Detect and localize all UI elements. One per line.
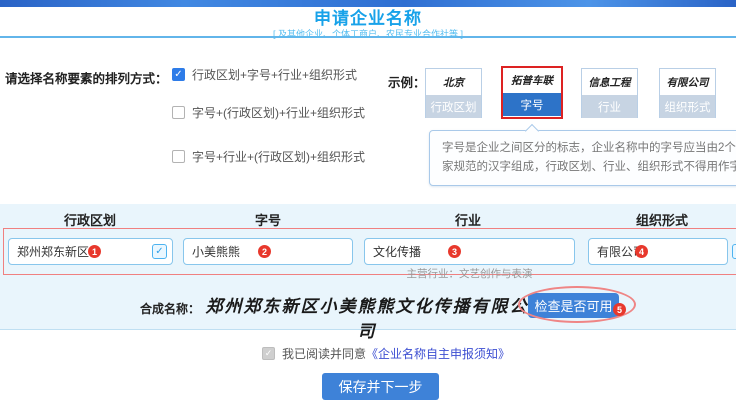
column-header-region: 行政区划	[50, 210, 130, 229]
composed-name-value: 郑州郑东新区小美熊熊文化传播有限公司	[202, 292, 532, 342]
check-availability-button[interactable]: 检查是否可用	[528, 293, 619, 318]
industry-field-wrapper: 3	[364, 238, 575, 265]
top-banner-strip	[0, 0, 736, 7]
example-card-orgform[interactable]: 有限公司 组织形式	[659, 68, 716, 118]
checkbox-checked-icon[interactable]	[172, 68, 185, 81]
agreement-notice-link[interactable]: 《企业名称自主申报须知》	[366, 345, 510, 362]
example-card-name: 拓普车联	[503, 68, 561, 93]
tradename-field-wrapper: 2	[183, 238, 353, 265]
step-badge-2: 2	[258, 245, 271, 258]
arrangement-option-label: 行政区划+字号+行业+组织形式	[192, 66, 357, 83]
example-label: 示例：	[388, 72, 426, 91]
orgform-input[interactable]	[588, 238, 728, 265]
agreement-row: 我已阅读并同意 《企业名称自主申报须知》	[262, 345, 510, 362]
example-card-industry[interactable]: 信息工程 行业	[581, 68, 638, 118]
page-subtitle: [ 及其他企业、个体工商户、农民专业合作社等 ]	[0, 29, 736, 40]
step-badge-4: 4	[635, 245, 648, 258]
example-card-category: 组织形式	[660, 95, 715, 118]
checkbox-unchecked-icon[interactable]	[172, 150, 185, 163]
main-industry-note: 主营行业：文艺创作与表演	[364, 266, 575, 281]
page-title: 申请企业名称	[0, 9, 736, 29]
example-card-name: 有限公司	[660, 69, 715, 95]
column-header-orgform: 组织形式	[622, 210, 702, 229]
step-badge-5: 5	[613, 303, 626, 316]
app-window: 申请企业名称 [ 及其他企业、个体工商户、农民专业合作社等 ] 请选择名称要素的…	[0, 0, 736, 405]
arrangement-option-label: 字号+行业+(行政区划)+组织形式	[192, 148, 365, 165]
composed-name-label: 合成名称：	[140, 300, 200, 317]
page-header: 申请企业名称 [ 及其他企业、个体工商户、农民专业合作社等 ]	[0, 7, 736, 38]
example-card-category: 字号	[503, 93, 561, 116]
region-field-wrapper: 1	[8, 238, 173, 265]
arrangement-option-3[interactable]: 字号+行业+(行政区划)+组织形式	[172, 148, 365, 165]
example-card-name: 北京	[426, 69, 481, 95]
industry-input[interactable]	[364, 238, 575, 265]
example-card-tradename-selected[interactable]: 拓普车联 字号	[501, 66, 563, 119]
step-badge-1: 1	[88, 245, 101, 258]
example-card-category: 行政区划	[426, 95, 481, 118]
arrangement-option-1[interactable]: 行政区划+字号+行业+组织形式	[172, 66, 357, 83]
column-header-tradename: 字号	[228, 210, 308, 229]
tradename-tooltip: 字号是企业之间区分的标志，企业名称中的字号应当由2个或2个以上符合国 家规范的汉…	[429, 130, 736, 186]
orgform-picker-icon[interactable]	[732, 244, 736, 259]
arrangement-option-label: 字号+(行政区划)+行业+组织形式	[192, 104, 365, 121]
region-picker-icon[interactable]	[152, 244, 167, 259]
agreement-text: 我已阅读并同意	[282, 345, 366, 362]
orgform-field-wrapper: 4	[588, 238, 728, 265]
checkbox-unchecked-icon[interactable]	[172, 106, 185, 119]
arrangement-option-2[interactable]: 字号+(行政区划)+行业+组织形式	[172, 104, 365, 121]
column-header-industry: 行业	[428, 210, 508, 229]
example-card-region[interactable]: 北京 行政区划	[425, 68, 482, 118]
example-card-category: 行业	[582, 95, 637, 118]
step-badge-3: 3	[448, 245, 461, 258]
save-next-button[interactable]: 保存并下一步	[322, 373, 439, 400]
example-card-name: 信息工程	[582, 69, 637, 95]
arrangement-label: 请选择名称要素的排列方式：	[5, 68, 168, 87]
agreement-checkbox-icon[interactable]	[262, 347, 275, 360]
